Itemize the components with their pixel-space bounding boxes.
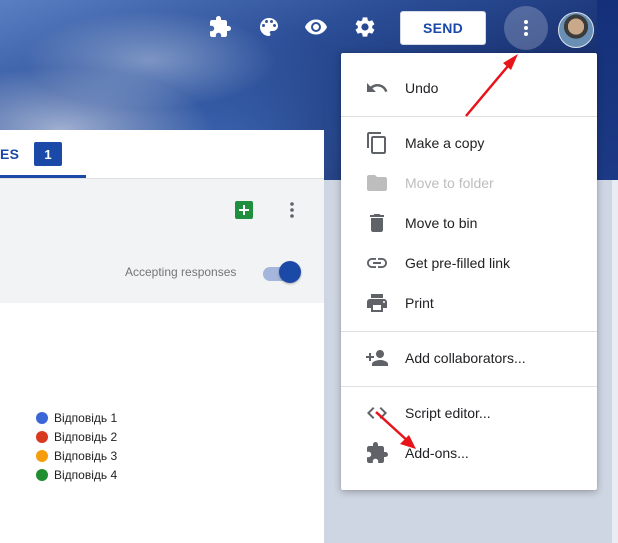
palette-icon[interactable] <box>256 14 282 40</box>
tabs-row: ES 1 <box>0 130 324 179</box>
more-options-button[interactable] <box>504 6 548 50</box>
menu-item-move-to-folder: Move to folder <box>341 163 597 203</box>
legend-item: Відповідь 4 <box>36 465 117 484</box>
menu-label-addons: Add-ons... <box>405 445 469 461</box>
add-people-icon <box>365 346 389 370</box>
preview-icon[interactable] <box>303 14 329 40</box>
card-more-icon[interactable] <box>289 201 295 219</box>
send-button[interactable]: SEND <box>400 11 486 45</box>
legend-item: Відповідь 2 <box>36 427 117 446</box>
menu-divider <box>341 386 597 387</box>
legend-label: Відповідь 3 <box>54 448 118 463</box>
responses-count-badge: 1 <box>34 142 62 166</box>
undo-icon <box>365 76 389 100</box>
print-icon <box>365 291 389 315</box>
code-icon <box>365 401 389 425</box>
tab-active-indicator <box>0 175 86 178</box>
legend-swatch <box>36 449 48 462</box>
menu-label-print: Print <box>405 295 434 311</box>
menu-item-script-editor[interactable]: Script editor... <box>341 393 597 433</box>
menu-label-prefilled-link: Get pre-filled link <box>405 255 511 271</box>
legend-label: Відповідь 4 <box>54 467 118 482</box>
legend-swatch <box>36 411 48 424</box>
legend-item: Відповідь 3 <box>36 446 117 465</box>
responses-summary-header: Accepting responses <box>0 179 324 303</box>
legend-item: Відповідь 1 <box>36 408 117 427</box>
legend-label: Відповідь 1 <box>54 410 118 425</box>
menu-label-make-copy: Make a copy <box>405 135 485 151</box>
menu-item-move-to-bin[interactable]: Move to bin <box>341 203 597 243</box>
menu-label-undo: Undo <box>405 80 439 96</box>
menu-item-add-collaborators[interactable]: Add collaborators... <box>341 338 597 378</box>
menu-label-script-editor: Script editor... <box>405 405 491 421</box>
accepting-responses-label: Accepting responses <box>125 265 237 279</box>
menu-divider <box>341 331 597 332</box>
menu-label-add-collaborators: Add collaborators... <box>405 350 526 366</box>
tab-responses-label[interactable]: ES <box>0 146 19 162</box>
legend-swatch <box>36 468 48 481</box>
avatar[interactable] <box>558 12 594 48</box>
chart-legend: Відповідь 1 Відповідь 2 Відповідь 3 Відп… <box>36 408 117 484</box>
menu-item-undo[interactable]: Undo <box>341 68 597 108</box>
legend-label: Відповідь 2 <box>54 429 118 444</box>
page-edge <box>612 180 618 543</box>
menu-item-make-copy[interactable]: Make a copy <box>341 123 597 163</box>
accepting-toggle[interactable] <box>279 261 301 283</box>
responses-card: ES 1 Accepting responses Відповідь 1 Від… <box>0 130 324 543</box>
menu-item-prefilled-link[interactable]: Get pre-filled link <box>341 243 597 283</box>
trash-icon <box>365 211 389 235</box>
menu-divider <box>341 116 597 117</box>
copy-icon <box>365 131 389 155</box>
menu-label-move-to-folder: Move to folder <box>405 175 494 191</box>
addons-icon <box>365 441 389 465</box>
menu-item-addons[interactable]: Add-ons... <box>341 433 597 473</box>
folder-icon <box>365 171 389 195</box>
menu-label-move-to-bin: Move to bin <box>405 215 478 231</box>
menu-item-print[interactable]: Print <box>341 283 597 323</box>
settings-icon[interactable] <box>352 14 378 40</box>
more-vert-icon <box>524 20 528 36</box>
addons-icon[interactable] <box>207 14 233 40</box>
legend-swatch <box>36 430 48 443</box>
more-options-menu: Undo Make a copy Move to folder Move to … <box>341 53 597 490</box>
link-icon <box>365 251 389 275</box>
sheets-icon[interactable] <box>235 201 253 219</box>
